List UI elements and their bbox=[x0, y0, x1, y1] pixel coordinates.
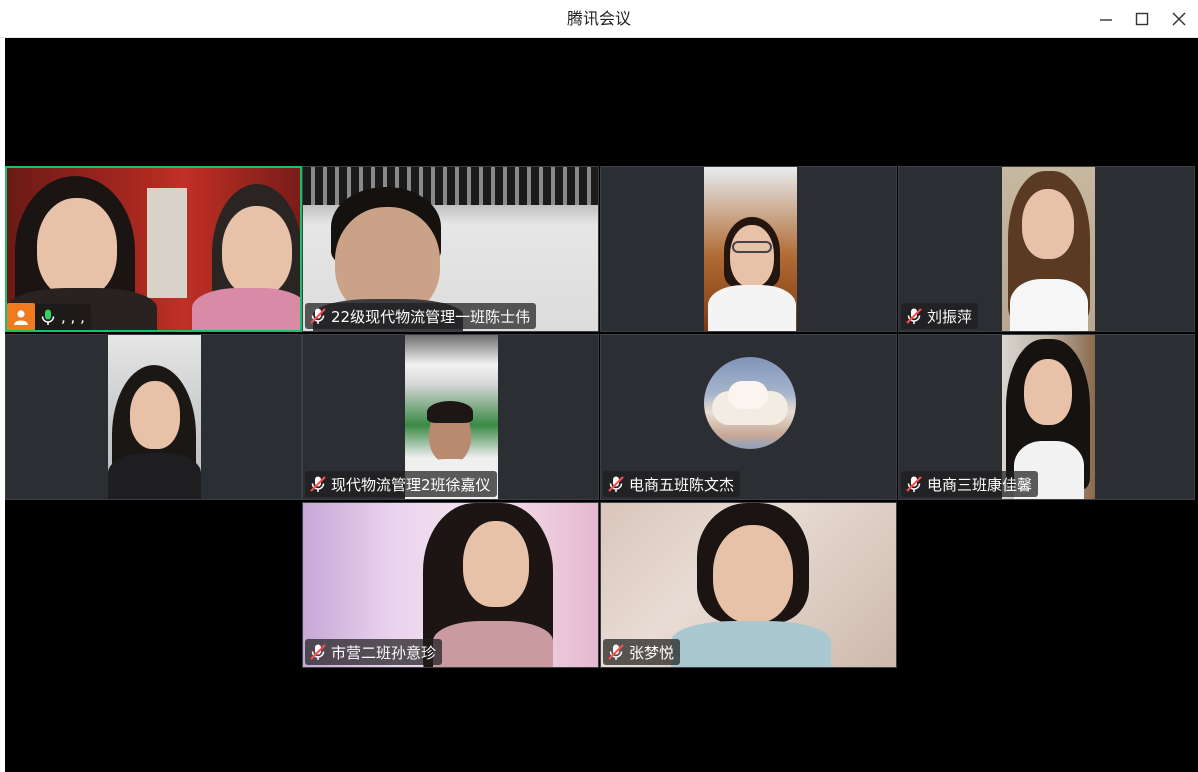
host-icon bbox=[7, 303, 35, 330]
mic-muted-icon[interactable] bbox=[607, 643, 625, 661]
video-tile-2[interactable] bbox=[600, 166, 897, 332]
participant-namebar: 刘振萍 bbox=[901, 303, 979, 329]
participant-name: 刘振萍 bbox=[927, 307, 973, 326]
video-tile-4[interactable] bbox=[5, 334, 302, 500]
window-title: 腾讯会议 bbox=[566, 9, 631, 28]
glasses bbox=[732, 241, 772, 253]
participant-name: 22级现代物流管理一班陈士伟 bbox=[331, 307, 531, 326]
mic-on-icon[interactable] bbox=[39, 308, 57, 326]
minimize-icon bbox=[1100, 19, 1112, 21]
participant-namebar: 电商五班陈文杰 bbox=[603, 471, 741, 497]
close-icon bbox=[1172, 12, 1186, 26]
video-tile-8[interactable]: 市营二班孙意珍 bbox=[302, 502, 599, 668]
participant-name: 电商五班陈文杰 bbox=[629, 475, 735, 494]
participant-namebar: 22级现代物流管理一班陈士伟 bbox=[305, 303, 537, 329]
participant-namebar: , , , bbox=[7, 303, 91, 330]
video-tile-9[interactable]: 张梦悦 bbox=[600, 502, 897, 668]
video-feed bbox=[108, 335, 201, 499]
video-feed bbox=[1002, 167, 1095, 331]
mic-muted-icon[interactable] bbox=[905, 307, 923, 325]
mic-muted-icon[interactable] bbox=[905, 475, 923, 493]
video-tile-5[interactable]: 现代物流管理2班徐嘉仪 bbox=[302, 334, 599, 500]
participant-name: , , , bbox=[61, 308, 85, 326]
participant-name: 现代物流管理2班徐嘉仪 bbox=[331, 475, 491, 494]
video-tile-7[interactable]: 电商三班康佳馨 bbox=[898, 334, 1195, 500]
participant-namebar: 现代物流管理2班徐嘉仪 bbox=[305, 471, 497, 497]
participant-name: 市营二班孙意珍 bbox=[331, 643, 437, 662]
poster bbox=[147, 188, 187, 298]
maximize-icon bbox=[1135, 12, 1149, 26]
video-feed bbox=[704, 167, 797, 331]
video-tile-3[interactable]: 刘振萍 bbox=[898, 166, 1195, 332]
mic-muted-icon[interactable] bbox=[309, 307, 327, 325]
participant-namebar: 电商三班康佳馨 bbox=[901, 471, 1039, 497]
mic-muted-icon[interactable] bbox=[309, 475, 327, 493]
video-tile-1[interactable]: 22级现代物流管理一班陈士伟 bbox=[302, 166, 599, 332]
video-tile-6[interactable]: 电商五班陈文杰 bbox=[600, 334, 897, 500]
mic-muted-icon[interactable] bbox=[309, 643, 327, 661]
participant-namebar: 张梦悦 bbox=[603, 639, 681, 665]
cloud-avatar bbox=[704, 357, 796, 449]
cloud-top bbox=[728, 381, 768, 409]
participant-namebar: 市营二班孙意珍 bbox=[305, 639, 443, 665]
maximize-button[interactable] bbox=[1129, 7, 1155, 31]
close-button[interactable] bbox=[1166, 7, 1192, 31]
mic-muted-icon[interactable] bbox=[607, 475, 625, 493]
video-tile-0[interactable]: , , , bbox=[5, 166, 302, 332]
participant-name: 电商三班康佳馨 bbox=[927, 475, 1033, 494]
minimize-button[interactable] bbox=[1093, 7, 1119, 31]
title-bar: 腾讯会议 bbox=[0, 0, 1198, 38]
participant-name: 张梦悦 bbox=[629, 643, 675, 662]
